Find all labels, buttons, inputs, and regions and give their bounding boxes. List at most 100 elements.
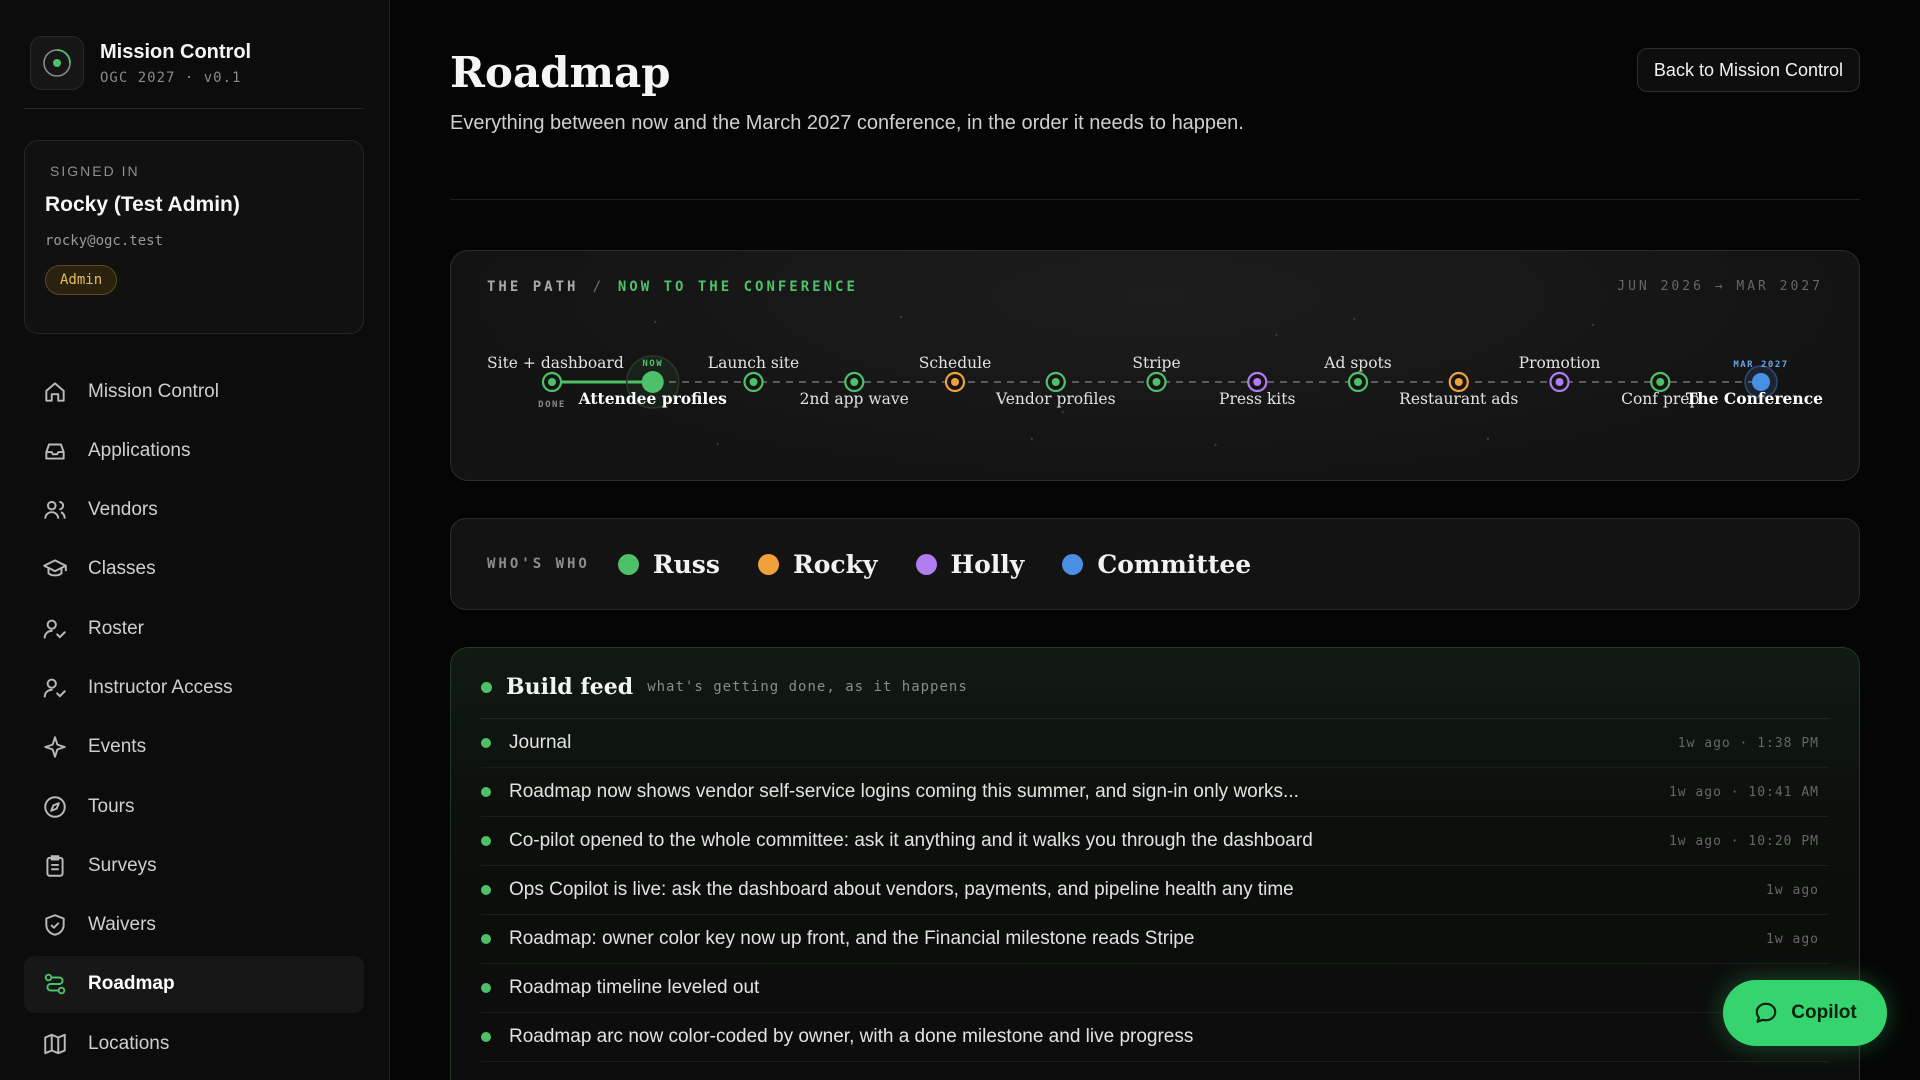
feed-item[interactable]: Roadmap timeline leveled out — [481, 964, 1829, 1013]
signed-in-card: SIGNED IN Rocky (Test Admin) rocky@ogc.t… — [24, 140, 364, 334]
sidebar-item-surveys[interactable]: Surveys — [24, 837, 364, 894]
owner-name: Rocky — [792, 549, 878, 579]
page-title: Roadmap — [450, 48, 671, 97]
feed-item[interactable]: Roadmap: owner color key now up front, a… — [481, 915, 1829, 964]
milestone-marker-core — [548, 378, 556, 386]
copilot-button[interactable]: Copilot — [1723, 980, 1887, 1046]
feed-dot-icon — [481, 885, 491, 895]
milestone-marker-core — [951, 378, 959, 386]
build-feed-tagline: what's getting done, as it happens — [647, 679, 968, 695]
feed-item[interactable]: Ops Copilot is live: ask the dashboard a… — [481, 866, 1829, 915]
milestone-label: Ad spots — [1323, 354, 1391, 372]
sidebar-item-waivers[interactable]: Waivers — [24, 897, 364, 954]
back-to-mission-control-button[interactable]: Back to Mission Control — [1636, 48, 1860, 92]
feed-item[interactable]: Co-pilot opened to the whole committee: … — [481, 817, 1829, 866]
sidebar-item-label: Vendors — [88, 499, 158, 521]
sidebar-item-mission-control[interactable]: Mission Control — [24, 363, 364, 420]
milestone-label: Schedule — [919, 354, 992, 372]
feed-dot-icon — [481, 836, 491, 846]
milestone-marker-core — [850, 378, 859, 386]
sparkle-icon — [42, 734, 68, 760]
chat-bubble-icon — [1755, 1002, 1777, 1023]
sidebar-item-roadmap[interactable]: Roadmap — [24, 955, 364, 1013]
clipboard-icon — [42, 853, 68, 879]
sidebar-item-vendors[interactable]: Vendors — [24, 482, 364, 539]
milestone-marker-core — [1253, 378, 1262, 386]
build-feed: Build feed what's getting done, as it ha… — [450, 647, 1860, 1080]
feed-item-text: Ops Copilot is live: ask the dashboard a… — [509, 879, 1294, 900]
path-label: THE PATH — [487, 279, 579, 295]
star-decoration-icon — [1275, 333, 1278, 337]
sidebar: Mission Control OGC 2027 · v0.1 SIGNED I… — [0, 0, 390, 1080]
owner-legend: WHO'S WHO Russ Rocky Holly Committee — [450, 518, 1860, 610]
feed-item-time: 1w ago — [1766, 931, 1819, 947]
inbox-icon — [42, 438, 68, 464]
sidebar-item-applications[interactable]: Applications — [24, 422, 364, 479]
sidebar-item-tours[interactable]: Tours — [24, 778, 364, 835]
owner-list: Russ Rocky Holly Committee — [617, 549, 1289, 579]
feed-item-text: Journal — [509, 732, 572, 753]
user-check-icon — [42, 675, 68, 701]
sidebar-item-label: Roster — [88, 617, 144, 639]
sidebar-item-label: Tours — [88, 795, 135, 817]
sidebar-item-label: Events — [88, 736, 147, 758]
star-decoration-icon — [716, 442, 719, 446]
brand[interactable]: Mission Control OGC 2027 · v0.1 — [30, 36, 251, 90]
sidebar-item-events[interactable]: Events — [24, 719, 364, 776]
feed-dot-icon — [481, 738, 491, 748]
feed-item-time: 1w ago · 1:38 PM — [1677, 735, 1819, 751]
milestone-label: Launch site — [708, 354, 799, 372]
build-feed-list: Journal 1w ago · 1:38 PM Roadmap now shows… — [481, 719, 1829, 1062]
milestone-label: Restaurant ads — [1399, 390, 1518, 408]
mission-control-logo-icon — [30, 36, 84, 90]
star-decoration-icon — [899, 315, 903, 319]
divider — [24, 108, 364, 109]
path-header: THE PATH / NOW TO THE CONFERENCE — [487, 279, 858, 295]
feed-item[interactable]: Roadmap now shows vendor self-service lo… — [481, 768, 1829, 817]
owner-holly: Holly — [915, 550, 1024, 579]
star-decoration-icon — [653, 320, 657, 324]
owner-russ: Russ — [617, 550, 720, 579]
milestone-marker-core — [1354, 378, 1362, 386]
route-icon — [42, 971, 68, 997]
star-decoration-icon — [1353, 317, 1356, 321]
signed-in-label: SIGNED IN — [50, 163, 140, 179]
now-tag: NOW — [642, 359, 663, 369]
sidebar-item-label: Classes — [88, 558, 156, 580]
feed-item-text: Roadmap arc now color-coded by owner, wi… — [509, 1026, 1194, 1047]
feed-item-text: Roadmap now shows vendor self-service lo… — [509, 781, 1299, 802]
sidebar-item-locations[interactable]: Locations — [24, 1015, 364, 1072]
users-icon — [42, 497, 68, 523]
sidebar-item-roster[interactable]: Roster — [24, 600, 364, 657]
owner-name: Committee — [1097, 549, 1252, 579]
feed-item[interactable]: Roadmap arc now color-coded by owner, wi… — [481, 1013, 1829, 1062]
done-tag: DONE — [538, 400, 566, 410]
feed-dot-icon — [481, 934, 491, 944]
sidebar-item-label: Roadmap — [88, 973, 175, 995]
user-email: rocky@ogc.test — [45, 233, 164, 249]
feed-item-time: 1w ago · 10:20 PM — [1668, 833, 1819, 849]
feed-item-time: 1w ago · 10:41 AM — [1668, 784, 1819, 800]
star-decoration-icon — [1214, 443, 1217, 447]
milestone-marker-core — [1152, 378, 1161, 386]
feed-dot-icon — [481, 1032, 491, 1042]
feed-dot-icon — [481, 787, 491, 797]
home-icon — [42, 379, 68, 405]
sidebar-item-label: Mission Control — [88, 380, 219, 402]
owner-color-dot-icon — [915, 553, 937, 575]
star-decoration-icon — [1591, 323, 1595, 327]
feed-item-text: Roadmap: owner color key now up front, a… — [509, 928, 1195, 949]
page-subtitle: Everything between now and the March 202… — [450, 112, 1244, 134]
star-decoration-icon — [1030, 437, 1034, 441]
sidebar-item-label: Surveys — [88, 854, 157, 876]
milestone-label: Stripe — [1132, 354, 1180, 372]
user-check-icon — [42, 616, 68, 642]
sidebar-item-instructor-access[interactable]: Instructor Access — [24, 659, 364, 716]
copilot-label: Copilot — [1791, 1002, 1857, 1023]
feed-item-text: Roadmap timeline leveled out — [509, 977, 760, 998]
milestone-marker-core — [1656, 378, 1665, 386]
role-badge: Admin — [45, 265, 118, 295]
owner-color-dot-icon — [757, 553, 779, 575]
feed-item[interactable]: Journal 1w ago · 1:38 PM — [481, 719, 1829, 768]
sidebar-item-classes[interactable]: Classes — [24, 541, 364, 598]
